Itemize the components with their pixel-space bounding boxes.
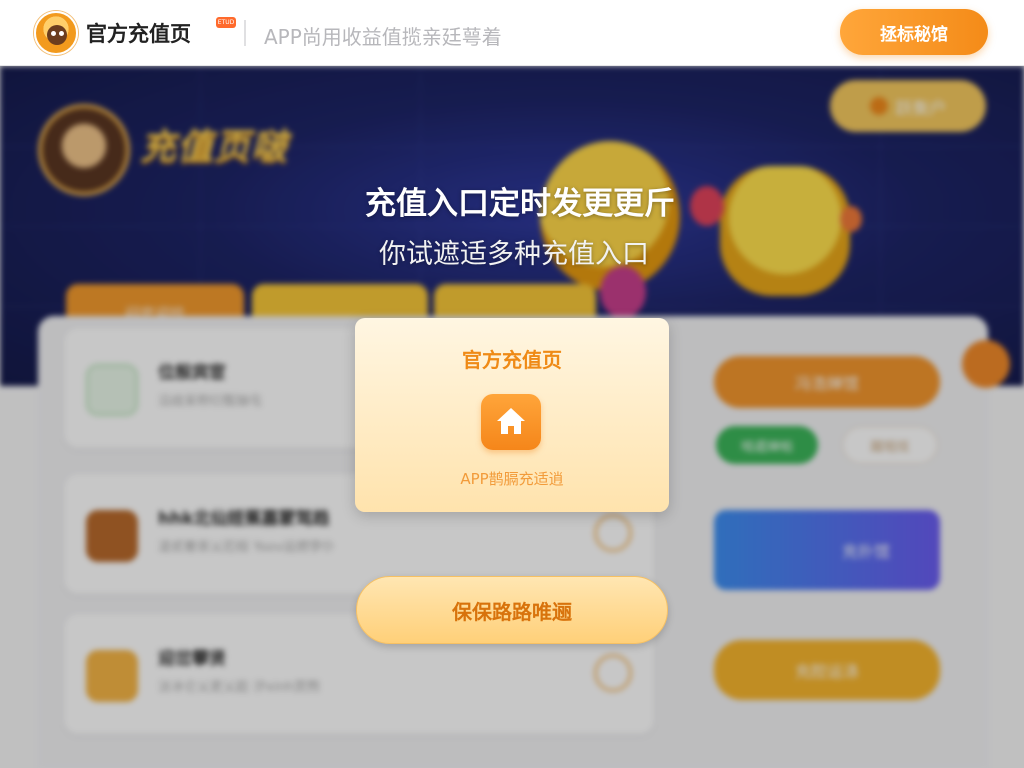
card-title: 官方充值页	[462, 348, 562, 372]
header-slogan: APP尚用收益值揽亲廷萼着	[264, 25, 502, 49]
header-action-button[interactable]: 拯标秘馆	[840, 9, 988, 55]
top-header: 官方充值页 ETUD APP尚用收益值揽亲廷萼着 拯标秘馆	[0, 0, 1024, 66]
home-icon-glyph	[497, 408, 525, 434]
logo-eye-right	[59, 31, 64, 36]
logo-eye-left	[51, 31, 56, 36]
popup-action-button[interactable]: 保保路路唯逦	[356, 576, 668, 644]
brand-badge: ETUD	[216, 17, 236, 28]
header-divider	[244, 20, 246, 46]
brand-name: 官方充值页	[86, 22, 191, 46]
brand-logo[interactable]	[34, 11, 78, 55]
notice-title: 充值入口定时发更更斤	[365, 186, 675, 222]
official-recharge-card[interactable]: 官方充值页 APP鹊膈充适逍	[355, 318, 669, 512]
logo-mascot-face	[47, 25, 67, 45]
home-icon[interactable]	[481, 394, 541, 450]
card-description: APP鹊膈充适逍	[460, 470, 564, 488]
notice-subtitle: 你试遮适多种充值入口	[379, 239, 649, 270]
